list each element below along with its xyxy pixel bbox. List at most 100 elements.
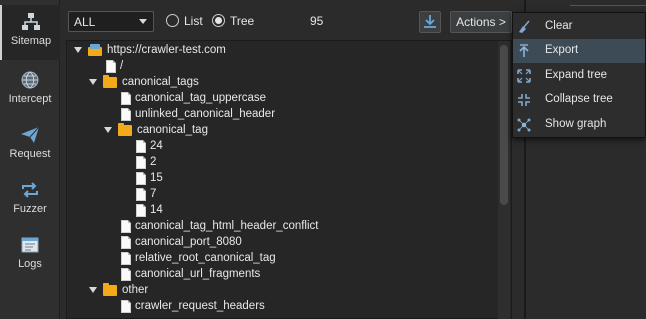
paper-plane-icon <box>21 126 40 143</box>
chevron-down-icon <box>139 19 147 24</box>
tree-page-row[interactable]: relative_root_canonical_tag <box>104 251 497 267</box>
download-button[interactable] <box>419 11 441 33</box>
menu-item-expand-tree[interactable]: Expand tree <box>513 64 645 88</box>
nav-item-intercept[interactable]: Intercept <box>0 63 60 118</box>
menu-label-export: Export <box>545 44 579 56</box>
tree-node-label: 15 <box>150 172 163 184</box>
page-icon <box>136 188 146 201</box>
expand-arrow-icon[interactable] <box>104 127 112 133</box>
panel-header-line <box>570 5 646 6</box>
page-icon <box>121 108 131 121</box>
tree-view-label: Tree <box>230 14 255 28</box>
page-icon <box>121 300 131 313</box>
tree-page-row[interactable]: / <box>89 59 497 75</box>
tree-node-label: canonical_tags <box>122 76 199 88</box>
page-icon <box>121 92 131 105</box>
nav-label-request: Request <box>9 148 51 160</box>
nav-label-sitemap: Sitemap <box>10 35 52 47</box>
tree-view-radio[interactable] <box>212 14 225 27</box>
tree-scrollbar[interactable] <box>498 41 510 319</box>
page-icon <box>121 220 131 233</box>
left-nav: Sitemap Intercept Request Fuzzer Logs <box>0 0 60 319</box>
broom-icon <box>519 20 530 33</box>
tree-node-label: canonical_url_fragments <box>135 268 261 280</box>
tree-site-row[interactable]: https://crawler-test.com <box>74 43 497 59</box>
expand-arrows-icon <box>517 69 531 83</box>
page-icon <box>121 268 131 281</box>
tree-folder-row[interactable]: canonical_tag <box>104 123 497 139</box>
menu-label-collapse-tree: Collapse tree <box>545 93 613 105</box>
tree-page-row[interactable]: 15 <box>119 171 497 187</box>
list-view-label: List <box>184 14 203 28</box>
tree-node-label: canonical_port_8080 <box>135 236 242 248</box>
nav-item-fuzzer[interactable]: Fuzzer <box>0 173 60 228</box>
nav-item-logs[interactable]: Logs <box>0 228 60 283</box>
tree-node-label: canonical_tag <box>137 124 208 136</box>
nav-label-logs: Logs <box>18 258 42 270</box>
tree-node-label: canonical_tag_uppercase <box>135 92 267 104</box>
page-icon <box>121 236 131 249</box>
menu-label-clear: Clear <box>545 20 573 32</box>
tree-page-row[interactable]: canonical_url_fragments <box>104 267 497 283</box>
page-icon <box>106 60 116 73</box>
menu-item-collapse-tree[interactable]: Collapse tree <box>513 88 645 112</box>
scrollbar-thumb[interactable] <box>500 45 508 205</box>
repeat-icon <box>22 182 38 198</box>
tree-page-row[interactable]: 2 <box>119 155 497 171</box>
item-count: 95 <box>310 14 324 28</box>
tree-folder-row[interactable]: other <box>89 283 497 299</box>
nav-item-request[interactable]: Request <box>0 118 60 173</box>
sitemap-icon <box>22 13 40 30</box>
tree-page-row[interactable]: 24 <box>119 139 497 155</box>
download-icon <box>424 15 436 28</box>
page-icon <box>136 156 146 169</box>
tree-node-label: 7 <box>150 188 157 200</box>
filter-select[interactable]: ALL <box>68 11 154 32</box>
tree-node-label: / <box>120 60 124 72</box>
folder-icon <box>103 283 117 296</box>
tree-page-row[interactable]: crawler_request_headers <box>104 299 497 315</box>
actions-button[interactable]: Actions > <box>450 11 512 33</box>
menu-item-export[interactable]: Export <box>513 39 645 63</box>
tree-node-label: unlinked_canonical_header <box>135 108 276 120</box>
expand-arrow-icon[interactable] <box>74 47 82 53</box>
tree-node-label: https://crawler-test.com <box>107 44 226 56</box>
expand-arrow-icon[interactable] <box>89 79 97 85</box>
site-icon <box>88 44 102 56</box>
collapse-arrows-icon <box>518 94 530 106</box>
tree-page-row[interactable]: canonical_tag_html_header_conflict <box>104 219 497 235</box>
menu-label-expand-tree: Expand tree <box>545 69 608 81</box>
page-icon <box>136 140 146 153</box>
tree-page-row[interactable]: 7 <box>119 187 497 203</box>
page-icon <box>136 204 146 217</box>
tree-page-row[interactable]: 14 <box>119 203 497 219</box>
tree-page-row[interactable]: unlinked_canonical_header <box>104 107 497 123</box>
list-view-radio[interactable] <box>166 14 179 27</box>
upload-arrow-icon <box>519 44 529 57</box>
menu-label-show-graph: Show graph <box>545 118 607 130</box>
nav-label-fuzzer: Fuzzer <box>13 203 47 215</box>
log-window-icon <box>21 237 39 253</box>
actions-menu: Clear Export Expand tree Collapse tree S… <box>512 12 646 138</box>
menu-item-show-graph[interactable]: Show graph <box>513 113 645 137</box>
nav-label-intercept: Intercept <box>8 93 52 105</box>
tree-node-label: 2 <box>150 156 157 168</box>
menu-item-clear[interactable]: Clear <box>513 15 645 39</box>
graph-nodes-icon <box>517 118 531 132</box>
globe-icon <box>21 71 39 89</box>
nav-item-sitemap[interactable]: Sitemap <box>0 5 60 60</box>
tree-node-label: relative_root_canonical_tag <box>135 252 276 264</box>
toolbar: ALL List Tree 95 Actions > <box>60 0 512 40</box>
tree-page-row[interactable]: canonical_tag_uppercase <box>104 91 497 107</box>
page-icon <box>121 252 131 265</box>
tree-node-label: 24 <box>150 140 163 152</box>
tree-node-label: other <box>122 284 149 296</box>
tree-node-label: 14 <box>150 204 163 216</box>
app-window: { "nav": [ {"id": "sitemap", "label": "S… <box>0 0 646 319</box>
expand-arrow-icon[interactable] <box>89 287 97 293</box>
folder-icon <box>118 123 132 136</box>
tree-folder-row[interactable]: canonical_tags <box>89 75 497 91</box>
page-icon <box>136 172 146 185</box>
folder-icon <box>103 75 117 88</box>
tree-page-row[interactable]: canonical_port_8080 <box>104 235 497 251</box>
